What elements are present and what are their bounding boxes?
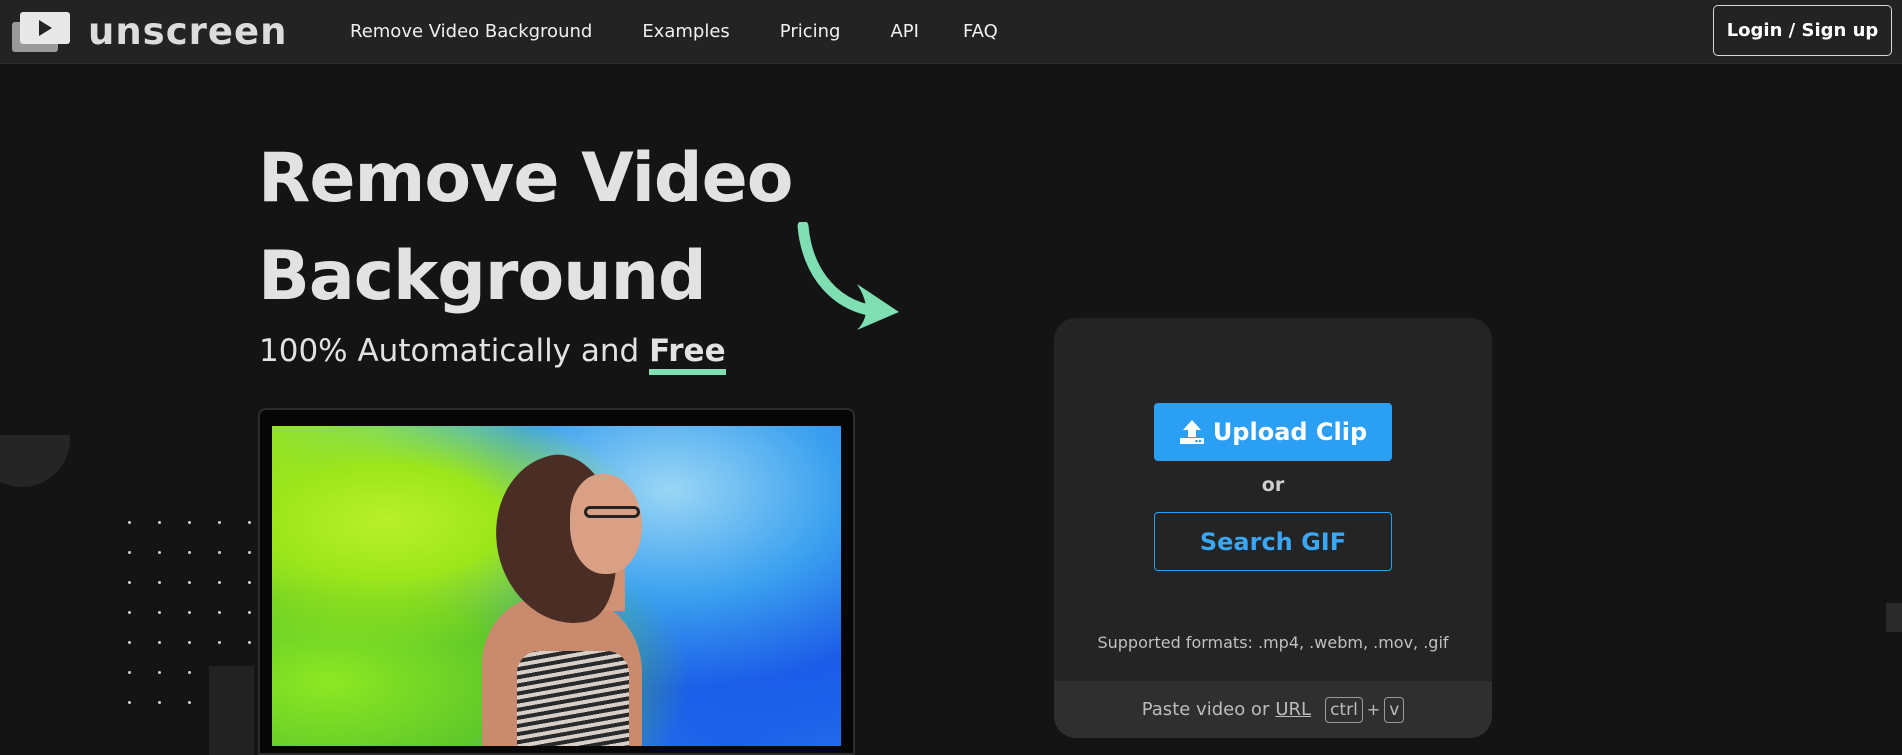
decorative-dot (218, 641, 221, 644)
page-title: Remove Video Background (258, 130, 793, 326)
paste-url-link[interactable]: URL (1275, 699, 1311, 720)
decorative-dot (158, 581, 161, 584)
decorative-dot (188, 611, 191, 614)
top-nav-bar: unscreen Remove Video Background Example… (0, 0, 1902, 64)
decorative-dot (128, 521, 131, 524)
hero-subtitle: 100% Automatically and Free (259, 333, 726, 375)
decorative-dot (218, 581, 221, 584)
decorative-dot (248, 611, 251, 614)
brand-logo[interactable]: unscreen (12, 10, 287, 54)
or-separator: or (1261, 474, 1285, 496)
decorative-dot (128, 671, 131, 674)
subtitle-prefix: 100% Automatically and (259, 333, 650, 369)
decorative-dot (248, 521, 251, 524)
nav-faq[interactable]: FAQ (963, 21, 998, 42)
kbd-v: v (1384, 696, 1405, 723)
decorative-dot (158, 701, 161, 704)
decorative-dot (218, 521, 221, 524)
decorative-dot (128, 701, 131, 704)
decorative-dot (158, 641, 161, 644)
kbd-plus: + (1366, 700, 1381, 719)
nav-api[interactable]: API (890, 21, 918, 42)
decorative-edge-block (1886, 603, 1902, 632)
paste-hint-bar: Paste video or URL ctrl + v (1054, 681, 1492, 738)
decorative-dot (128, 641, 131, 644)
decorative-dot (218, 611, 221, 614)
decorative-block (209, 666, 254, 755)
play-stack-icon (12, 12, 70, 52)
curved-arrow-icon (797, 222, 899, 330)
person-striped-top (517, 651, 629, 746)
decorative-dot (158, 551, 161, 554)
subtitle-free: Free (649, 333, 726, 375)
decorative-dot (128, 611, 131, 614)
brand-name: unscreen (88, 10, 288, 53)
decorative-dot (188, 551, 191, 554)
person-face (570, 474, 642, 574)
title-line-1: Remove Video (258, 139, 793, 218)
upload-clip-label: Upload Clip (1212, 418, 1368, 446)
main-nav: Remove Video Background Examples Pricing… (350, 0, 1048, 62)
kbd-ctrl: ctrl (1325, 696, 1363, 723)
nav-remove-video-background[interactable]: Remove Video Background (350, 21, 592, 42)
upload-card: Upload Clip or Search GIF Supported form… (1054, 318, 1492, 738)
decorative-dot (158, 521, 161, 524)
decorative-dot (188, 701, 191, 704)
decorative-dot (218, 551, 221, 554)
decorative-dot (248, 551, 251, 554)
person-glasses (584, 506, 640, 518)
upload-clip-button[interactable]: Upload Clip (1154, 403, 1392, 461)
supported-formats-text: Supported formats: .mp4, .webm, .mov, .g… (1097, 633, 1449, 652)
login-signup-button[interactable]: Login / Sign up (1713, 5, 1892, 56)
upload-icon (1179, 420, 1204, 444)
decorative-dot (158, 671, 161, 674)
decorative-dot (188, 671, 191, 674)
decorative-dot (158, 611, 161, 614)
decorative-dot (128, 581, 131, 584)
decorative-dot (128, 551, 131, 554)
search-gif-button[interactable]: Search GIF (1154, 512, 1392, 571)
nav-pricing[interactable]: Pricing (780, 21, 841, 42)
video-preview-frame (258, 408, 855, 755)
decorative-dot (188, 521, 191, 524)
nav-examples[interactable]: Examples (642, 21, 729, 42)
demo-video[interactable] (272, 426, 841, 746)
decorative-half-circle (0, 435, 70, 523)
decorative-dot (248, 641, 251, 644)
paste-prefix: Paste video or (1141, 699, 1270, 720)
decorative-dot (188, 641, 191, 644)
title-line-2: Background (258, 237, 707, 316)
decorative-dot (248, 581, 251, 584)
decorative-dot (188, 581, 191, 584)
